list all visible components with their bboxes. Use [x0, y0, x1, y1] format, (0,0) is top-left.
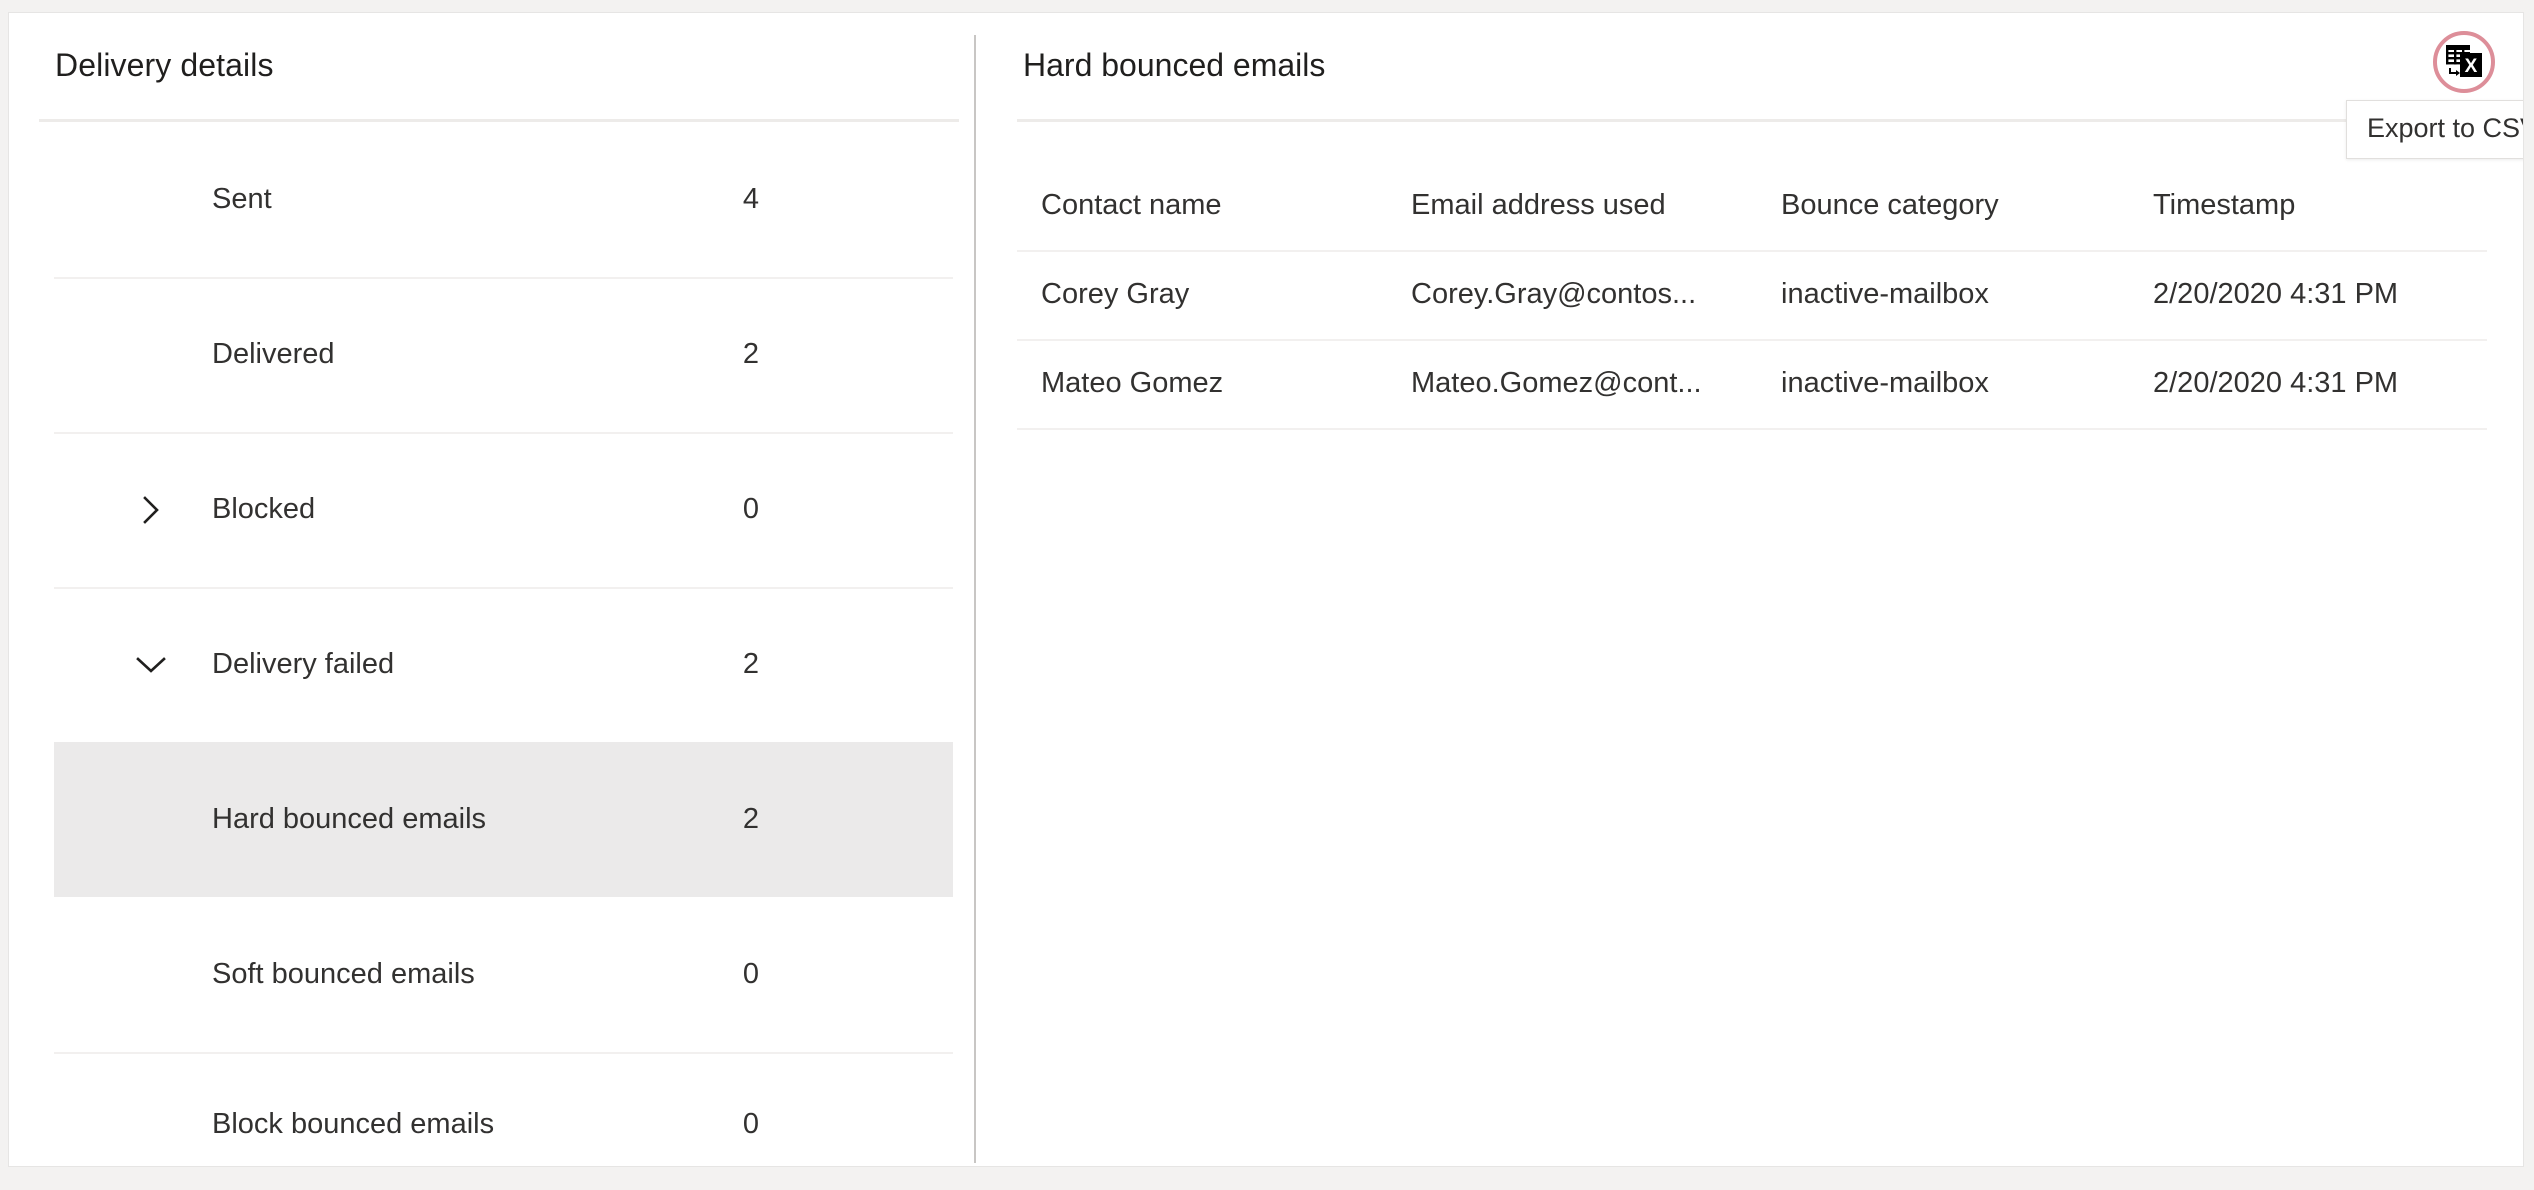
export-to-excel-icon: X — [2445, 44, 2483, 80]
list-item-sent[interactable]: Sent 4 — [9, 122, 981, 277]
cell-contact-name: Mateo Gomez — [1017, 340, 1411, 430]
cell-timestamp: 2/20/2020 4:31 PM — [2153, 340, 2487, 430]
table-row[interactable]: Corey Gray Corey.Gray@contos... inactive… — [1017, 251, 2487, 341]
list-item-value: 2 — [742, 803, 759, 835]
list-item-value: 2 — [742, 648, 759, 680]
column-header-contact-name[interactable]: Contact name — [1017, 163, 1411, 252]
list-item-label: Delivered — [212, 338, 335, 370]
chevron-down-icon[interactable] — [131, 645, 171, 685]
table-body: Corey Gray Corey.Gray@contos... inactive… — [1017, 251, 2487, 430]
table-header-row: Contact name Email address used Bounce c… — [1017, 163, 2487, 252]
list-item-delivered[interactable]: Delivered 2 — [9, 277, 981, 432]
hard-bounced-emails-panel: Hard bounced emails X Export to CSV Cont… — [983, 13, 2523, 1166]
list-item-label: Hard bounced emails — [212, 803, 487, 835]
list-item-value: 0 — [742, 493, 759, 525]
list-item-label: Sent — [212, 183, 272, 215]
column-header-bounce-category[interactable]: Bounce category — [1781, 163, 2153, 252]
table-header: Contact name Email address used Bounce c… — [1017, 163, 2487, 252]
panel-divider — [974, 35, 976, 1163]
list-item-value: 4 — [742, 183, 759, 215]
list-item-value: 0 — [742, 1108, 759, 1140]
export-tooltip: Export to CSV — [2346, 100, 2523, 159]
chevron-right-icon[interactable] — [131, 490, 171, 530]
cell-bounce-category: inactive-mailbox — [1781, 340, 2153, 430]
list-item-label: Blocked — [212, 493, 316, 525]
cell-email-address-used: Mateo.Gomez@cont... — [1411, 340, 1781, 430]
list-item-label: Block bounced emails — [212, 1108, 495, 1140]
panel-title-divider — [1017, 119, 2487, 122]
cell-email-address-used: Corey.Gray@contos... — [1411, 251, 1781, 341]
list-item-value: 2 — [742, 338, 759, 370]
page-title: Delivery details — [55, 47, 274, 83]
column-header-timestamp[interactable]: Timestamp — [2153, 163, 2487, 252]
svg-text:X: X — [2465, 56, 2478, 77]
delivery-details-card: Delivery details Sent 4 Delivered 2 Bloc… — [8, 12, 2524, 1167]
screen-root: Delivery details Sent 4 Delivered 2 Bloc… — [0, 0, 2534, 1190]
list-item-blocked[interactable]: Blocked 0 — [9, 432, 981, 587]
export-to-csv-button[interactable]: X — [2433, 31, 2495, 93]
cell-timestamp: 2/20/2020 4:31 PM — [2153, 251, 2487, 341]
list-item-soft-bounced-emails[interactable]: Soft bounced emails 0 — [9, 897, 981, 1052]
panel-title: Hard bounced emails — [1023, 47, 1326, 83]
list-item-hard-bounced-emails[interactable]: Hard bounced emails 2 — [54, 742, 953, 897]
delivery-details-list: Sent 4 Delivered 2 Blocked 0 Delivery fa… — [9, 122, 981, 1166]
column-header-email-address-used[interactable]: Email address used — [1411, 163, 1781, 252]
list-item-label: Soft bounced emails — [212, 958, 475, 990]
hard-bounced-emails-table: Contact name Email address used Bounce c… — [1017, 163, 2487, 430]
cell-bounce-category: inactive-mailbox — [1781, 251, 2153, 341]
list-item-value: 0 — [742, 958, 759, 990]
list-item-block-bounced-emails[interactable]: Block bounced emails 0 — [9, 1052, 981, 1166]
list-item-label: Delivery failed — [212, 648, 395, 680]
delivery-details-panel: Delivery details Sent 4 Delivered 2 Bloc… — [9, 13, 981, 1166]
list-item-delivery-failed[interactable]: Delivery failed 2 — [9, 587, 981, 742]
table-row[interactable]: Mateo Gomez Mateo.Gomez@cont... inactive… — [1017, 340, 2487, 430]
cell-contact-name: Corey Gray — [1017, 251, 1411, 341]
